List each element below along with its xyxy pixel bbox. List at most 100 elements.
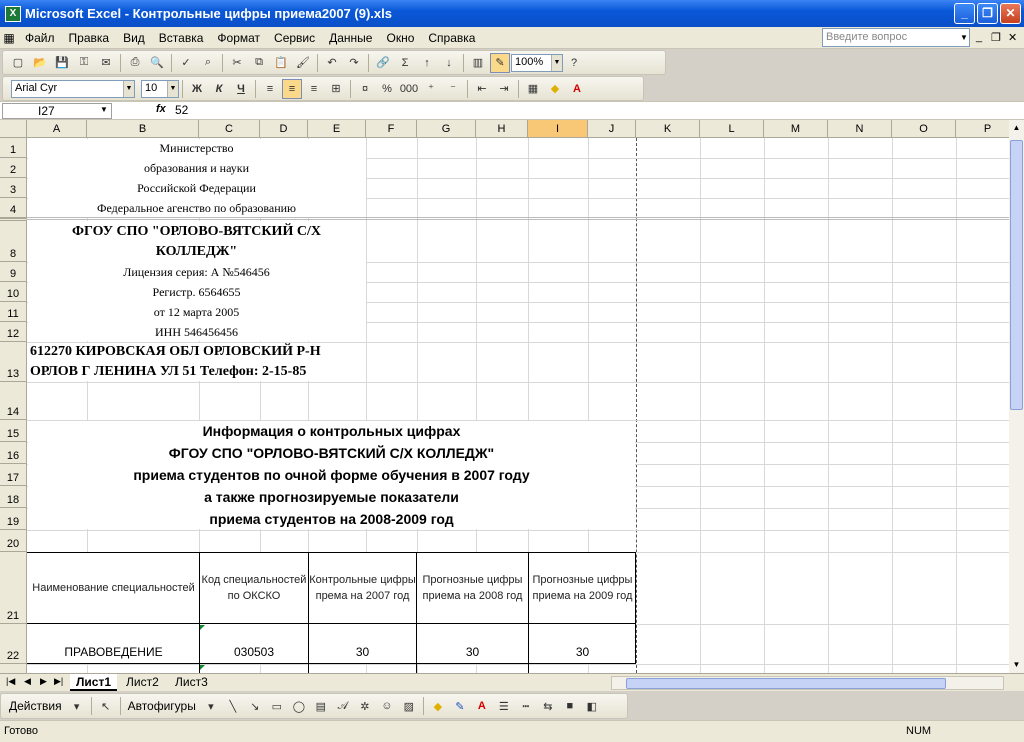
col-header-p[interactable]: P — [956, 120, 1009, 138]
chevron-down-icon[interactable]: ▾ — [67, 696, 87, 716]
diagram-icon[interactable]: ✲ — [355, 696, 375, 716]
excel-app-icon[interactable]: X — [5, 5, 21, 22]
restore-button[interactable]: ❐ — [977, 3, 998, 24]
tab-sheet2[interactable]: Лист2 — [120, 674, 165, 691]
next-sheet-icon[interactable]: ▶ — [40, 676, 47, 687]
email-icon[interactable]: ✉ — [96, 53, 116, 73]
vertical-scrollbar[interactable]: ▲ ▼ — [1009, 120, 1024, 673]
open-icon[interactable]: 📂 — [30, 53, 50, 73]
col-header-m[interactable]: M — [764, 120, 828, 138]
row-header-14[interactable]: 14 — [0, 382, 27, 420]
doc-minimize-button[interactable]: _ — [976, 31, 982, 43]
col-header-h[interactable]: H — [476, 120, 528, 138]
font-color-icon[interactable]: A — [472, 696, 492, 716]
oval-icon[interactable]: ◯ — [289, 696, 309, 716]
sort-desc-icon[interactable]: ↓ — [439, 53, 459, 73]
menu-window[interactable]: Окно — [379, 31, 421, 45]
increase-decimal-icon[interactable]: ⁺ — [421, 79, 441, 99]
table-cell-2007[interactable]: 30 — [309, 640, 416, 663]
col-header-k[interactable]: K — [636, 120, 700, 138]
scroll-up-icon[interactable]: ▲ — [1009, 120, 1024, 136]
col-header-d[interactable]: D — [260, 120, 308, 138]
increase-indent-icon[interactable]: ⇥ — [494, 79, 514, 99]
print-preview-icon[interactable]: 🔍 — [147, 53, 167, 73]
help-icon[interactable]: ? — [564, 53, 584, 73]
tab-sheet1[interactable]: Лист1 — [70, 674, 118, 691]
horizontal-scrollbar[interactable] — [611, 676, 1004, 690]
table-cell-specialty[interactable]: ПРАВОВЕДЕНИЕ — [28, 640, 199, 663]
doc-close-button[interactable]: ✕ — [1008, 31, 1017, 44]
font-size-select[interactable]: 10 ▼ — [141, 79, 179, 98]
print-icon[interactable]: ⎙ — [125, 53, 145, 73]
row-header-9[interactable]: 9 — [0, 262, 27, 282]
underline-button[interactable]: Ч — [231, 79, 251, 99]
new-icon[interactable]: ▢ — [8, 53, 28, 73]
spelling-icon[interactable]: ✓ — [176, 53, 196, 73]
shadow-icon[interactable]: ■ — [560, 696, 580, 716]
row-header-21[interactable]: 21 — [0, 552, 27, 624]
drawing-icon[interactable]: ✎ — [490, 52, 510, 73]
actions-menu[interactable]: Действия — [5, 699, 66, 713]
row-header-10[interactable]: 10 — [0, 282, 27, 302]
menu-edit[interactable]: Правка — [62, 31, 117, 45]
row-header-18[interactable]: 18 — [0, 486, 27, 508]
font-select[interactable]: Arial Cyr ▼ — [11, 79, 135, 98]
name-box[interactable]: I27 — [2, 103, 112, 119]
last-sheet-icon[interactable]: ▶| — [54, 676, 63, 687]
row-header-15[interactable]: 15 — [0, 420, 27, 442]
line-style-icon[interactable]: ☰ — [494, 696, 514, 716]
worksheet-grid[interactable]: A B C D E F G H I J K L M N O P 1 2 3 4 … — [0, 120, 1009, 673]
col-header-e[interactable]: E — [308, 120, 366, 138]
decrease-indent-icon[interactable]: ⇤ — [472, 79, 492, 99]
row-header-2[interactable]: 2 — [0, 158, 27, 178]
scroll-down-icon[interactable]: ▼ — [1009, 657, 1024, 673]
row-header-22[interactable]: 22 — [0, 624, 27, 664]
align-left-icon[interactable]: ≡ — [260, 79, 280, 99]
align-right-icon[interactable]: ≡ — [304, 79, 324, 99]
menu-data[interactable]: Данные — [322, 31, 379, 45]
row-header-13[interactable]: 13 — [0, 342, 27, 382]
menu-file[interactable]: Файл — [18, 31, 62, 45]
cut-icon[interactable]: ✂ — [227, 53, 247, 73]
col-header-o[interactable]: O — [892, 120, 956, 138]
chevron-down-icon[interactable]: ▼ — [958, 29, 970, 46]
row-header-16[interactable]: 16 — [0, 442, 27, 464]
col-header-c[interactable]: C — [199, 120, 260, 138]
col-header-j[interactable]: J — [588, 120, 636, 138]
col-header-l[interactable]: L — [700, 120, 764, 138]
first-sheet-icon[interactable]: |◀ — [6, 676, 15, 687]
row-header-4[interactable]: 4 — [0, 198, 27, 218]
3d-icon[interactable]: ◧ — [582, 696, 602, 716]
menu-insert[interactable]: Вставка — [152, 31, 211, 45]
save-icon[interactable]: 💾 — [52, 53, 72, 73]
zoom-select[interactable]: 100% ▼ — [511, 53, 563, 72]
font-color-icon[interactable]: A — [567, 79, 587, 99]
currency-icon[interactable]: ¤ — [355, 79, 375, 99]
select-all-corner[interactable] — [0, 120, 27, 138]
menu-tools[interactable]: Сервис — [267, 31, 322, 45]
row-header-3[interactable]: 3 — [0, 178, 27, 198]
chart-wizard-icon[interactable]: ▥ — [468, 53, 488, 73]
table-cell-code[interactable]: 030503 — [200, 640, 308, 663]
fill-color-icon[interactable]: ◆ — [545, 79, 565, 99]
formula-input[interactable]: 52 — [175, 103, 188, 117]
arrow-icon[interactable]: ↘ — [245, 696, 265, 716]
doc-restore-button[interactable]: ❐ — [991, 31, 1001, 44]
row-header-1[interactable]: 1 — [0, 138, 27, 158]
redo-icon[interactable]: ↷ — [344, 53, 364, 73]
clipart-icon[interactable]: ☺ — [377, 696, 397, 716]
minimize-button[interactable]: _ — [954, 3, 975, 24]
prev-sheet-icon[interactable]: ◀ — [24, 676, 31, 687]
decrease-decimal-icon[interactable]: ⁻ — [443, 79, 463, 99]
select-objects-icon[interactable]: ↖ — [96, 696, 116, 716]
borders-icon[interactable]: ▦ — [523, 79, 543, 99]
fill-color-icon[interactable]: ◆ — [428, 696, 448, 716]
permission-icon[interactable]: ⚿ — [74, 53, 94, 73]
format-painter-icon[interactable]: 🖌 — [293, 53, 313, 73]
bold-button[interactable]: Ж — [187, 79, 207, 99]
percent-icon[interactable]: % — [377, 79, 397, 99]
paste-icon[interactable]: 📋 — [271, 53, 291, 73]
arrow-style-icon[interactable]: ⇆ — [538, 696, 558, 716]
sort-asc-icon[interactable]: ↑ — [417, 53, 437, 73]
menu-help[interactable]: Справка — [421, 31, 482, 45]
